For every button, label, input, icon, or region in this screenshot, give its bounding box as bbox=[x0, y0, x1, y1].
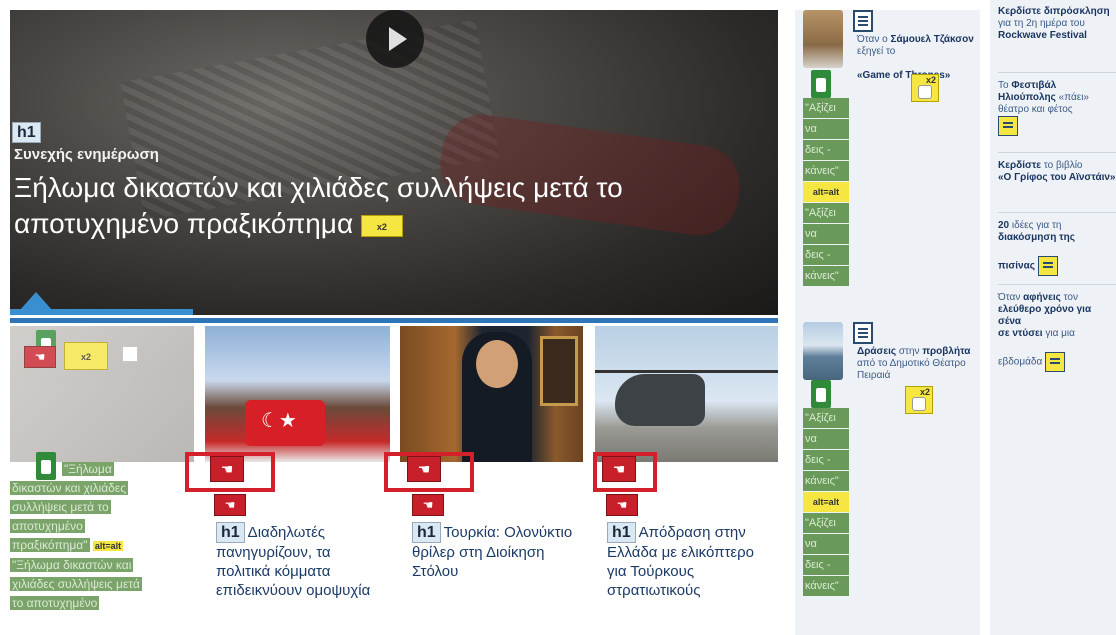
sidebar-item[interactable]: 20 ιδέες για τη διακόσμηση της πισίνας bbox=[998, 220, 1116, 276]
sidebar-item[interactable]: Όταν αφήνεις τον ελεύθερο χρόνο για σένα… bbox=[998, 292, 1116, 372]
rotor-line bbox=[595, 370, 778, 373]
helicopter-figure bbox=[615, 374, 705, 426]
x2-badge-icon: x2 bbox=[360, 214, 403, 237]
thumb-officer[interactable] bbox=[400, 326, 583, 462]
alt-text-stack: "Αξίζει να δεις - κάνεις" alt=alt "Αξίζε… bbox=[803, 408, 849, 597]
bookmark-icon bbox=[811, 70, 831, 98]
hero-image[interactable]: h1 Συνεχής ενημέρωση Ξήλωμα δικαστών και… bbox=[10, 10, 778, 315]
hero-title-text: Ξήλωμα δικαστών και χιλιάδες συλλήψεις μ… bbox=[14, 172, 623, 239]
document-icon bbox=[1045, 352, 1066, 372]
alt-line: χιλιάδες συλλήψεις μετά bbox=[10, 577, 142, 591]
divider bbox=[998, 284, 1116, 285]
divider bbox=[998, 212, 1116, 213]
alt-line: δικαστών και χιλιάδες bbox=[10, 481, 128, 495]
document-icon bbox=[998, 116, 1018, 136]
h1-badge: h1 bbox=[607, 522, 636, 543]
sidebar-item[interactable]: Κερδίστε διπρόσκληση για τη 2η ημέρα του… bbox=[998, 6, 1116, 42]
avatar-thumb bbox=[803, 10, 843, 68]
sidebar-item[interactable]: Κερδίστε το βιβλίο «Ο Γρίφος του Αϊνστάι… bbox=[998, 160, 1116, 184]
x2-badge-icon: x2 bbox=[911, 74, 939, 102]
thumb-caption-link[interactable]: h1 Απόδραση στην Ελλάδα με ελικόπτερο για… bbox=[607, 522, 777, 600]
hand-cursor-icon: ☚ bbox=[24, 346, 56, 368]
thumb-protesters[interactable] bbox=[205, 326, 390, 462]
active-indicator bbox=[10, 309, 193, 315]
play-icon[interactable] bbox=[366, 10, 424, 68]
alt-text-block: "Ξήλωμα δικαστών και χιλιάδες συλλήψεις … bbox=[10, 460, 192, 613]
thumb-active[interactable]: ☚ x2 bbox=[10, 326, 194, 462]
hand-cursor-icon: ☚ bbox=[602, 456, 636, 482]
x2-badge-icon: x2 bbox=[64, 342, 108, 370]
hand-cursor-icon: ☚ bbox=[407, 456, 441, 482]
x2-badge-icon: x2 bbox=[905, 386, 933, 414]
document-icon bbox=[853, 10, 873, 32]
alt-line: πραξικόπημα" bbox=[10, 538, 90, 552]
hero-title-link[interactable]: Ξήλωμα δικαστών και χιλιάδες συλλήψεις μ… bbox=[14, 170, 734, 242]
hand-cursor-icon: ☚ bbox=[606, 494, 638, 516]
thumb-caption-link[interactable]: h1 Τουρκία: Ολονύκτιο θρίλερ στη Διοίκηση… bbox=[412, 522, 582, 581]
document-icon bbox=[1037, 256, 1058, 276]
alt-badge: alt=alt bbox=[92, 541, 124, 551]
alt-text-stack: "Αξίζει να δεις - κάνεις" alt=alt "Αξίζε… bbox=[803, 98, 849, 287]
divider bbox=[998, 152, 1116, 153]
strip-divider bbox=[10, 318, 778, 323]
divider bbox=[998, 72, 1116, 73]
portrait-frame bbox=[540, 336, 578, 406]
document-icon bbox=[853, 322, 873, 344]
active-pointer-icon bbox=[20, 292, 52, 310]
h1-badge: h1 bbox=[12, 122, 41, 143]
officer-figure bbox=[462, 332, 532, 462]
hand-cursor-icon: ☚ bbox=[214, 494, 246, 516]
alt-line: το αποτυχημένο bbox=[10, 596, 100, 610]
sidebar-worth-seeing: Όταν ο Σάμουελ Τζάκσον εξηγεί το «Game o… bbox=[795, 10, 980, 635]
h1-badge: h1 bbox=[216, 522, 245, 543]
alt-line: συλλήψεις μετά το bbox=[10, 500, 111, 514]
h1-badge: h1 bbox=[412, 522, 441, 543]
sidebar-item-text: Δράσεις στην προβλήτα από το Δημοτικό Θέ… bbox=[857, 346, 971, 381]
hero-kicker: Συνεχής ενημέρωση bbox=[14, 146, 159, 163]
alt-line: "Ξήλωμα δικαστών και bbox=[10, 558, 134, 572]
alt-line: αποτυχημένο bbox=[10, 519, 85, 533]
bookmark-icon bbox=[811, 380, 831, 408]
thumb-helicopter[interactable] bbox=[595, 326, 778, 462]
checkbox-icon bbox=[122, 346, 138, 362]
hand-cursor-icon: ☚ bbox=[412, 494, 444, 516]
sidebar-item[interactable]: Το Φεστιβάλ Ηλιούπολης «πάει» θέατρο και… bbox=[998, 80, 1116, 136]
alt-line: "Ξήλωμα bbox=[62, 462, 114, 476]
page: h1 Συνεχής ενημέρωση Ξήλωμα δικαστών και… bbox=[0, 0, 1116, 635]
avatar-thumb bbox=[803, 322, 843, 380]
turkish-flag-icon bbox=[245, 400, 325, 446]
sidebar-contests: Κερδίστε διπρόσκληση για τη 2η ημέρα του… bbox=[990, 0, 1116, 635]
thumb-caption-link[interactable]: h1 Διαδηλωτές πανηγυρίζουν, τα πολιτικά κ… bbox=[216, 522, 386, 600]
hand-cursor-icon: ☚ bbox=[210, 456, 244, 482]
